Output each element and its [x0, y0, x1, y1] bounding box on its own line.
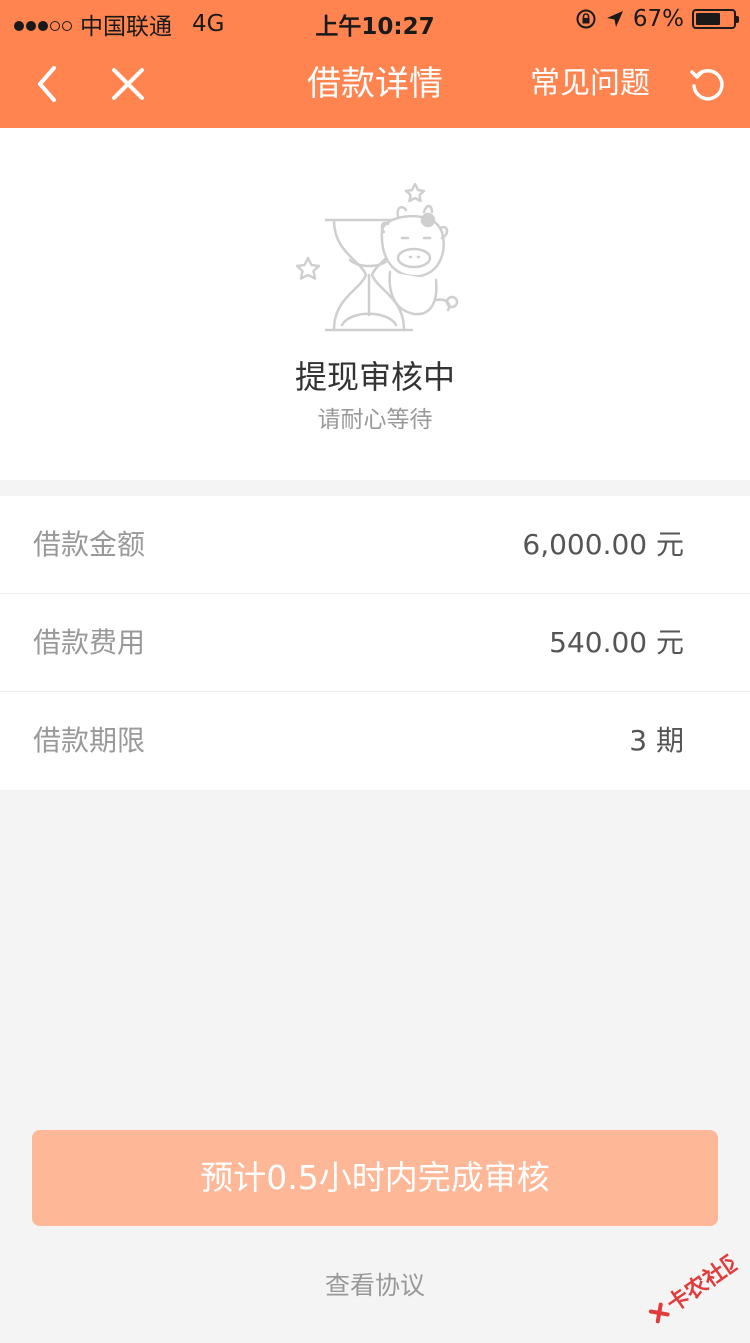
loan-details-list: 借款金额 6,000.00 元 借款费用 540.00 元 借款期限 3 期	[0, 496, 750, 790]
detail-row-term: 借款期限 3 期	[0, 692, 750, 790]
detail-value: 540.00 元	[549, 626, 684, 659]
detail-label: 借款费用	[33, 626, 146, 659]
location-arrow-icon	[606, 11, 623, 27]
status-bar: 中国联通 4G 上午10:27 67%	[0, 0, 750, 40]
detail-label: 借款期限	[33, 724, 146, 757]
hourglass-cow-illustration	[295, 182, 459, 332]
status-right: 67%	[575, 6, 739, 32]
battery-level	[696, 13, 720, 25]
detail-row-amount: 借款金额 6,000.00 元	[0, 496, 750, 594]
refresh-button[interactable]	[688, 64, 728, 104]
watermark-text: 卡农社区	[662, 1246, 749, 1318]
status-subtitle: 请耐心等待	[317, 407, 433, 433]
faq-link[interactable]: 常见问题	[530, 40, 650, 128]
battery-icon	[692, 9, 739, 29]
status-title: 提现审核中	[294, 358, 455, 396]
header: 中国联通 4G 上午10:27 67% 借款详情 常见问题	[0, 0, 750, 128]
rotation-lock-icon	[576, 9, 596, 29]
detail-label: 借款金额	[33, 528, 146, 561]
detail-value: 6,000.00 元	[522, 528, 684, 561]
detail-row-fee: 借款费用 540.00 元	[0, 594, 750, 692]
detail-value: 3 期	[629, 724, 684, 757]
watermark-logo: 卡农社区	[648, 1246, 749, 1324]
navigation-bar: 借款详情 常见问题	[0, 40, 750, 128]
review-eta-button[interactable]: 预计0.5小时内完成审核	[32, 1130, 718, 1226]
battery-percent: 67%	[632, 6, 684, 32]
refresh-icon	[690, 68, 724, 101]
review-status-card: 提现审核中 请耐心等待	[0, 128, 750, 480]
